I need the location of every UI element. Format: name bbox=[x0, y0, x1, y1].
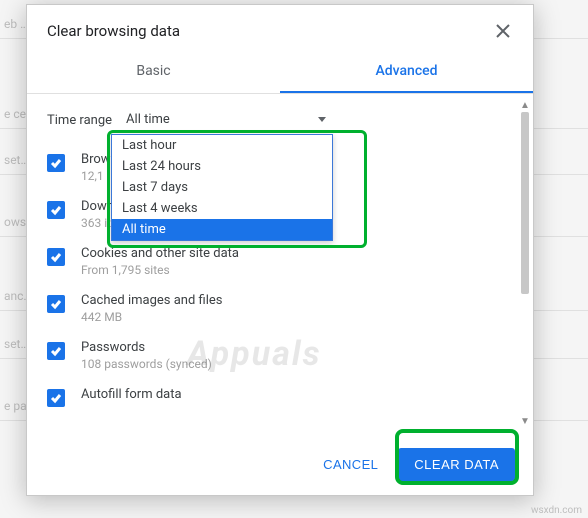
item-title: Cached images and files bbox=[81, 293, 222, 308]
list-item: Cookies and other site data From 1,795 si… bbox=[47, 238, 523, 285]
tab-advanced[interactable]: Advanced bbox=[280, 51, 533, 93]
option-all-time[interactable]: All time bbox=[112, 219, 332, 240]
dialog-title: Clear browsing data bbox=[47, 22, 180, 40]
chevron-down-icon bbox=[318, 117, 326, 122]
time-range-label: Time range bbox=[47, 113, 112, 128]
scroll-up-icon[interactable]: ▲ bbox=[519, 100, 531, 112]
checkbox-cached[interactable] bbox=[47, 295, 65, 313]
list-item: Autofill form data bbox=[47, 379, 523, 415]
checkbox-passwords[interactable] bbox=[47, 342, 65, 360]
checkbox-browsing-history[interactable] bbox=[47, 154, 65, 172]
scrollbar[interactable]: ▲ ▼ bbox=[519, 100, 531, 428]
image-credit: wsxdn.com bbox=[531, 505, 582, 516]
clear-data-button[interactable]: CLEAR DATA bbox=[398, 448, 515, 481]
scroll-down-icon[interactable]: ▼ bbox=[519, 416, 531, 428]
scroll-thumb[interactable] bbox=[521, 112, 529, 294]
cancel-button[interactable]: CANCEL bbox=[309, 449, 392, 480]
checkbox-download-history[interactable] bbox=[47, 201, 65, 219]
time-range-dropdown: Last hour Last 24 hours Last 7 days Last… bbox=[111, 134, 333, 241]
clear-browsing-data-dialog: Clear browsing data Basic Advanced Time … bbox=[26, 4, 534, 496]
item-title: Cookies and other site data bbox=[81, 246, 239, 261]
option-last-4-weeks[interactable]: Last 4 weeks bbox=[112, 198, 332, 219]
list-item: Passwords 108 passwords (synced) bbox=[47, 332, 523, 379]
checkbox-cookies[interactable] bbox=[47, 248, 65, 266]
time-range-value: All time bbox=[126, 112, 170, 127]
option-last-hour[interactable]: Last hour bbox=[112, 135, 332, 156]
option-last-24-hours[interactable]: Last 24 hours bbox=[112, 156, 332, 177]
checkbox-autofill[interactable] bbox=[47, 389, 65, 407]
item-title: Autofill form data bbox=[81, 387, 182, 402]
item-title: Passwords bbox=[81, 340, 212, 355]
tab-bar: Basic Advanced bbox=[27, 51, 533, 94]
time-range-select[interactable]: All time bbox=[126, 108, 326, 132]
item-sub: 108 passwords (synced) bbox=[81, 357, 212, 371]
close-icon[interactable] bbox=[493, 21, 513, 41]
item-sub: 442 MB bbox=[81, 310, 222, 324]
list-item: Cached images and files 442 MB bbox=[47, 285, 523, 332]
tab-basic[interactable]: Basic bbox=[27, 51, 280, 93]
item-sub: From 1,795 sites bbox=[81, 263, 239, 277]
option-last-7-days[interactable]: Last 7 days bbox=[112, 177, 332, 198]
